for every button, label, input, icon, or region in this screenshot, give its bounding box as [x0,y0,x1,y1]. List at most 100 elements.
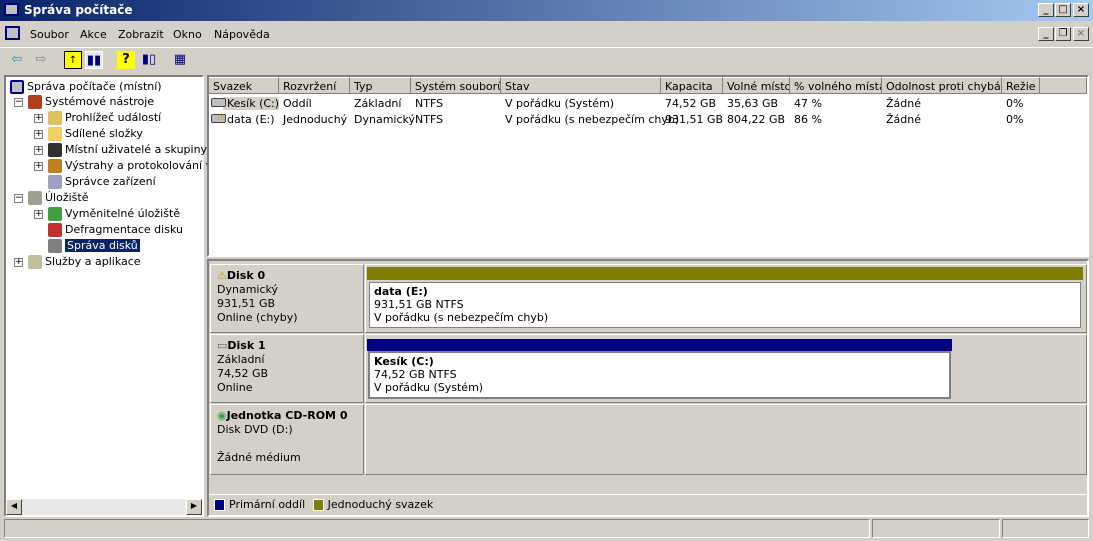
legend-swatch-primary [214,499,225,511]
device-manager-icon [48,175,62,189]
services-icon [28,255,42,269]
collapse-toggle[interactable]: − [14,98,23,107]
child-close-button[interactable]: × [1073,27,1089,41]
table-cell: 86 % [794,113,822,126]
back-arrow-icon[interactable]: ⇦ [8,51,26,69]
child-restore-button[interactable]: ❐ [1055,27,1071,41]
up-folder-icon[interactable]: ↑ [64,51,82,69]
menu-napoveda[interactable]: Nápověda [214,28,270,41]
tree-item-shared-folders[interactable]: Sdílené složky [48,127,143,141]
table-cell: Dynamický [354,113,415,126]
menu-okno[interactable]: Okno [173,28,202,41]
tree-item-root[interactable]: Správa počítače (místní) [10,80,162,94]
scroll-right-button[interactable]: ▶ [186,499,202,515]
expand-toggle[interactable]: + [34,114,43,123]
child-minimize-button[interactable]: _ [1038,27,1054,41]
expand-toggle[interactable]: + [34,210,43,219]
menu-zobrazit[interactable]: Zobrazit [118,28,164,41]
action-pane-icon[interactable]: ▮▯ [140,51,158,69]
disk-0-volumes: data (E:) 931,51 GB NTFS V pořádku (s nebe… [365,264,1087,333]
forward-arrow-icon[interactable]: ⇨ [32,51,50,69]
table-cell: Žádné [886,113,921,126]
warning-icon: ⚠ [217,112,226,123]
volume-list: Svazek Rozvržení Typ Systém souborů Stav Kapa… [207,75,1089,257]
column-header-filler [1040,77,1087,94]
maximize-button[interactable]: □ [1055,3,1071,17]
partition-data-e[interactable]: data (E:) 931,51 GB NTFS V pořádku (s nebe… [369,282,1081,328]
legend-swatch-simple [312,499,324,511]
cdrom-0-label[interactable]: ◉Jednotka CD-ROM 0 Disk DVD (D:) Žádné m… [210,404,364,475]
menu-akce[interactable]: Akce [80,28,107,41]
table-cell: Žádné [886,97,921,110]
column-header[interactable]: Volné místo [723,77,790,94]
tree-item-local-users[interactable]: Místní uživatelé a skupiny [48,143,207,157]
menu-soubor[interactable]: Soubor [30,28,69,41]
window-title: Správa počítače [24,3,133,17]
tree-item-storage[interactable]: Úložiště [28,191,88,205]
disk-warning-icon: ⚠ [217,269,227,282]
table-cell: Jednoduchý [283,113,348,126]
column-header[interactable]: % volného místa [790,77,882,94]
expand-toggle[interactable]: + [14,258,23,267]
table-cell: 0% [1006,113,1024,126]
cdrom-icon: ◉ [217,409,227,422]
expand-toggle[interactable]: + [34,162,43,171]
scroll-left-button[interactable]: ◀ [6,499,22,515]
tree-item-device-manager[interactable]: Správce zařízení [48,175,156,189]
collapse-toggle[interactable]: − [14,194,23,203]
horizontal-scrollbar[interactable]: ◀ ▶ [6,499,202,515]
tree-item-defrag[interactable]: Defragmentace disku [48,223,183,237]
close-button[interactable]: × [1073,3,1089,17]
column-header[interactable]: Typ [350,77,411,94]
tree-item-system-tools[interactable]: Systémové nástroje [28,95,154,109]
removable-storage-icon [48,207,62,221]
column-header[interactable]: Svazek [209,77,279,94]
tree-item-event-viewer[interactable]: Prohlížeč událostí [48,111,161,125]
alerts-icon [48,159,62,173]
title-bar: Správa počítače _ □ × [0,0,1093,21]
column-header[interactable]: Stav [501,77,661,94]
expand-toggle[interactable]: + [34,130,43,139]
table-cell: V pořádku (s nebezpečím chyb) [505,113,680,126]
properties-icon[interactable]: ▦ [171,51,189,69]
event-viewer-icon [48,111,62,125]
column-header[interactable]: Kapacita [661,77,723,94]
table-cell: 0% [1006,97,1024,110]
computer-icon[interactable] [5,26,20,40]
table-row[interactable]: data (E:) Jednoduchý Dynamický NTFS V pořádk… [209,111,1087,127]
expand-toggle[interactable]: + [34,146,43,155]
table-cell: Oddíl [283,97,312,110]
table-row[interactable]: Kesík (C:) Oddíl Základní NTFS V pořádku (Sy… [209,95,1087,111]
table-cell: 74,52 GB [665,97,717,110]
toolbar: ⇦ ⇨ ↑ ▮▮ ? ▮▯ ▦ [0,47,1093,71]
disk-0-label[interactable]: ⚠Disk 0 Dynamický 931,51 GB Online (chyby) [210,264,364,333]
table-cell: NTFS [415,113,444,126]
tree-item-alerts[interactable]: Výstrahy a protokolování vý [48,159,219,173]
help-icon[interactable]: ? [117,51,135,69]
table-cell: 35,63 GB [727,97,779,110]
column-header[interactable]: Rozvržení [279,77,350,94]
table-cell: Základní [354,97,402,110]
tree-item-services[interactable]: Služby a aplikace [28,255,141,269]
menu-bar: Soubor Akce Zobrazit Okno Nápověda _ ❐ × [0,23,1093,45]
show-tree-icon[interactable]: ▮▮ [85,51,103,69]
table-cell: Kesík (C:) [223,97,280,110]
tree-item-removable-storage[interactable]: Vyměnitelné úložiště [48,207,180,221]
tools-icon [28,95,42,109]
disk-1-volumes: Kesík (C:) 74,52 GB NTFS V pořádku (Systém… [365,334,1087,403]
users-icon [48,143,62,157]
column-header[interactable]: Systém souborů [411,77,501,94]
column-header[interactable]: Režie [1002,77,1040,94]
computer-icon [10,80,24,94]
status-bar-main [4,519,870,538]
partition-kesik-c[interactable]: Kesík (C:) 74,52 GB NTFS V pořádku (Systém… [368,351,951,399]
defrag-icon [48,223,62,237]
tree-item-disk-management[interactable]: Správa disků [48,239,140,253]
table-cell: data (E:) [227,113,275,126]
status-bar-pane-2 [872,519,1000,538]
disk-1-label[interactable]: ▭Disk 1 Základní 74,52 GB Online [210,334,364,403]
minimize-button[interactable]: _ [1038,3,1054,17]
column-header[interactable]: Odolnost proti chybám [882,77,1002,94]
legend: Primární oddíl Jednoduchý svazek [209,494,1087,513]
table-cell: V pořádku (Systém) [505,97,615,110]
